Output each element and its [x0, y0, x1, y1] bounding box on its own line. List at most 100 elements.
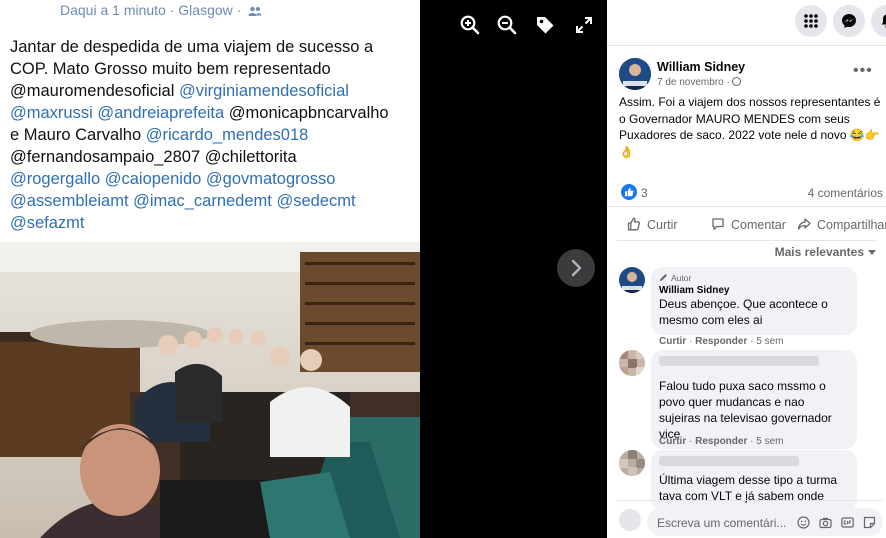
mention-link[interactable]: @sedecmt: [276, 192, 355, 210]
fullscreen-icon[interactable]: [573, 14, 595, 36]
comment-text: Deus abençoe. Que acontece o mesmo com e…: [659, 297, 828, 327]
caption-text: COP. Mato Grosso muito bem representado: [10, 60, 331, 78]
caption-text: e Mauro Carvalho: [10, 126, 146, 144]
top-bar: [607, 0, 886, 46]
messenger-button[interactable]: [833, 5, 865, 37]
mention-link[interactable]: @rogergallo: [10, 170, 100, 188]
reactions-bar: 3 4 comentários: [619, 184, 883, 202]
my-avatar[interactable]: [619, 509, 641, 531]
caption-line: @assembleiamt @imac_carnedemt @sedecmt: [10, 190, 416, 212]
shared-screenshot: Daqui a 1 minuto · Glasgow · Jantar de d…: [0, 0, 420, 538]
people-icon: [248, 6, 262, 16]
globe-icon: [731, 77, 741, 86]
pencil-icon: [660, 274, 667, 281]
caption-line: COP. Mato Grosso muito bem representado: [10, 58, 416, 80]
camera-icon[interactable]: [819, 516, 832, 529]
caption-line: @mauromendesoficial @virginiamendesofici…: [10, 80, 416, 102]
share-icon: [797, 218, 811, 230]
menu-grid-icon: [804, 14, 818, 28]
mention-link[interactable]: @virginiamendesoficial: [179, 82, 349, 100]
author-badge-label: Autor: [671, 273, 692, 283]
emoji-icon[interactable]: [797, 516, 810, 529]
caption-line: @maxrussi @andreiaprefeita @monicapbncar…: [10, 102, 416, 124]
menu-grid-button[interactable]: [795, 5, 827, 37]
mention-link[interactable]: @andreiaprefeita: [97, 104, 224, 122]
like-button[interactable]: Curtir: [627, 217, 678, 232]
comment-icon: [712, 218, 724, 230]
caption-line: @rogergallo @caiopenido @govmatogrosso: [10, 168, 416, 190]
comment-input-placeholder[interactable]: Escreva um comentári...: [657, 516, 786, 530]
notifications-button[interactable]: [871, 5, 886, 37]
mention-link[interactable]: @assembleiamt: [10, 192, 129, 210]
comment-bubble: Falou tudo puxa saco mssmo o povo quer m…: [651, 350, 857, 449]
post-header: William Sidney 7 de novembro ·: [619, 58, 879, 92]
comment-button-label[interactable]: Comentar: [731, 218, 786, 232]
caption-line: @sefazmt: [10, 212, 416, 234]
comment-sort-dropdown[interactable]: Mais relevantes: [775, 245, 876, 259]
like-reaction-icon[interactable]: [621, 184, 637, 200]
caption-text: @fernandosampaio_2807 @chilettorita: [10, 148, 297, 166]
mention-link[interactable]: @imac_carnedemt: [133, 192, 272, 210]
thumbs-up-icon: [627, 217, 641, 231]
mention-link[interactable]: @caiopenido: [105, 170, 202, 188]
comment-actions: Curtir · Responder · 5 sem: [659, 336, 784, 347]
comment-reply-link[interactable]: Responder: [695, 436, 747, 447]
caption-line: Jantar de despedida de uma viajem de suc…: [10, 36, 416, 58]
author-badge: Autor: [659, 273, 848, 283]
zoom-out-icon[interactable]: [496, 14, 518, 36]
caption-text: @monicapbncarvalho: [224, 104, 389, 122]
post-text: Assim. Foi a viajem dos nossos represent…: [619, 95, 881, 159]
commenter-name-redacted: [659, 456, 799, 466]
next-photo-button[interactable]: [557, 249, 595, 287]
tag-icon[interactable]: [534, 14, 556, 36]
mention-link[interactable]: @govmatogrosso: [206, 170, 336, 188]
comment-avatar-blurred[interactable]: [619, 350, 645, 376]
comment-button[interactable]: Comentar: [711, 217, 786, 232]
comment-like-link[interactable]: Curtir: [659, 436, 686, 447]
story-caption: Jantar de despedida de uma viajem de suc…: [10, 36, 416, 234]
mention-link[interactable]: @maxrussi: [10, 104, 93, 122]
more-options-icon[interactable]: •••: [853, 63, 873, 79]
comment-input[interactable]: Escreva um comentári...: [647, 508, 883, 536]
divider: [617, 240, 877, 241]
comment-time[interactable]: 5 sem: [756, 436, 783, 447]
comment-avatar-blurred[interactable]: [619, 450, 645, 476]
zoom-in-icon[interactable]: [459, 14, 481, 36]
post-date[interactable]: 7 de novembro ·: [657, 77, 741, 88]
comment-count[interactable]: 4 comentários: [808, 186, 883, 200]
comment-time[interactable]: 5 sem: [756, 336, 783, 347]
caption-line: e Mauro Carvalho @ricardo_mendes018: [10, 124, 416, 146]
caption-text: Jantar de despedida de uma viajem de suc…: [10, 38, 374, 56]
comment-composer: Escreva um comentári...: [617, 500, 883, 538]
author-avatar[interactable]: [619, 58, 651, 90]
messenger-icon: [842, 14, 856, 28]
notifications-icon: [881, 14, 886, 28]
mention-link[interactable]: @sefazmt: [10, 214, 85, 232]
comment-actions: Curtir · Responder · 5 sem: [659, 436, 784, 447]
mention-link[interactable]: @ricardo_mendes018: [146, 126, 309, 144]
post-actions: Curtir Comentar Compartilhar: [607, 206, 886, 240]
post-date-text[interactable]: 7 de novembro ·: [657, 77, 730, 88]
sticker-icon[interactable]: [863, 516, 876, 529]
comment-sort-label[interactable]: Mais relevantes: [775, 245, 864, 259]
comment-avatar[interactable]: [619, 267, 645, 293]
caption-line: @fernandosampaio_2807 @chilettorita: [10, 146, 416, 168]
reaction-count[interactable]: 3: [641, 186, 648, 200]
comment-like-link[interactable]: Curtir: [659, 336, 686, 347]
commenter-name-redacted: [659, 356, 819, 366]
story-meta: Daqui a 1 minuto · Glasgow ·: [60, 2, 262, 18]
caption-text: @mauromendesoficial: [10, 82, 175, 100]
commenter-name[interactable]: William Sidney: [659, 285, 848, 296]
like-button-label[interactable]: Curtir: [647, 218, 678, 232]
media-viewer: Daqui a 1 minuto · Glasgow · Jantar de d…: [0, 0, 607, 538]
author-name[interactable]: William Sidney: [657, 60, 745, 74]
caret-down-icon: [868, 250, 876, 255]
share-button-label[interactable]: Compartilhar: [817, 218, 886, 232]
group-selfie-photo: [0, 242, 420, 538]
comment-reply-link[interactable]: Responder: [695, 336, 747, 347]
comment-bubble: Autor William Sidney Deus abençoe. Que a…: [651, 267, 857, 335]
gif-icon[interactable]: [841, 516, 854, 529]
share-button[interactable]: Compartilhar: [797, 217, 886, 232]
chevron-right-icon: [571, 259, 582, 277]
story-meta-text: Daqui a 1 minuto · Glasgow ·: [60, 2, 242, 18]
